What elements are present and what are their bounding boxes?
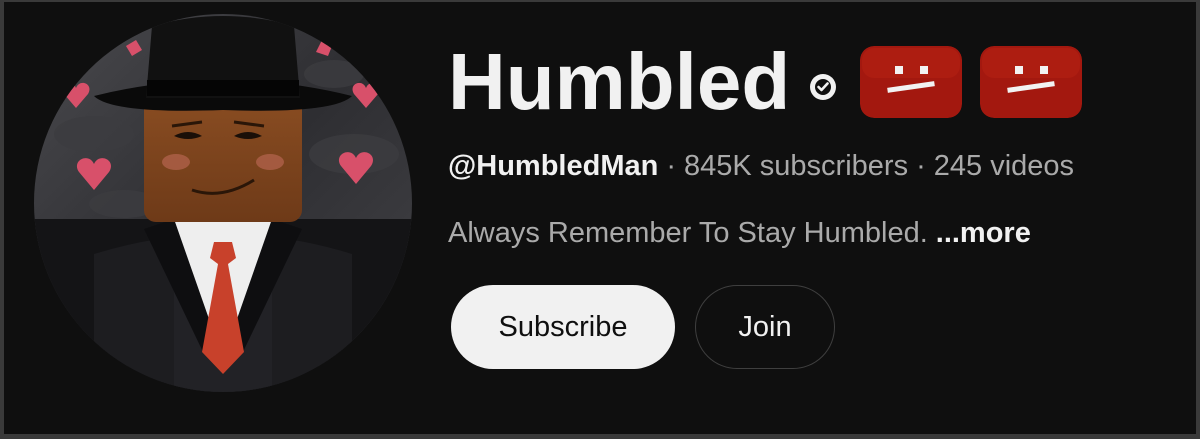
subscriber-count: 845K subscribers — [684, 150, 909, 182]
video-count: 245 videos — [933, 150, 1075, 182]
title-row: Humbled — [448, 32, 1188, 132]
avatar-image — [34, 14, 412, 392]
roblox-face-badge-icon[interactable] — [860, 46, 963, 118]
channel-avatar[interactable] — [34, 14, 412, 392]
join-button[interactable]: Join — [695, 285, 835, 369]
subscribe-button[interactable]: Subscribe — [451, 285, 675, 369]
roblox-face-badge-icon[interactable] — [980, 46, 1083, 118]
channel-description[interactable]: Always Remember To Stay Humbled. ...more — [448, 217, 1188, 250]
description-text: Always Remember To Stay Humbled. — [448, 217, 928, 249]
channel-handle[interactable]: @HumbledMan — [448, 150, 658, 182]
separator: · — [916, 150, 926, 182]
verified-check-icon[interactable] — [808, 72, 838, 102]
action-buttons: Subscribe Join — [451, 285, 835, 369]
channel-metadata: @HumbledMan · 845K subscribers · 245 videos — [448, 150, 1188, 183]
channel-title: Humbled — [448, 37, 791, 126]
separator: · — [666, 150, 677, 182]
channel-header: Humbled @HumbledMan · 845K subscribers ·… — [4, 2, 1196, 434]
channel-info: Humbled @HumbledMan · 845K subscribers ·… — [448, 32, 1188, 250]
more-link[interactable]: ...more — [936, 217, 1031, 249]
